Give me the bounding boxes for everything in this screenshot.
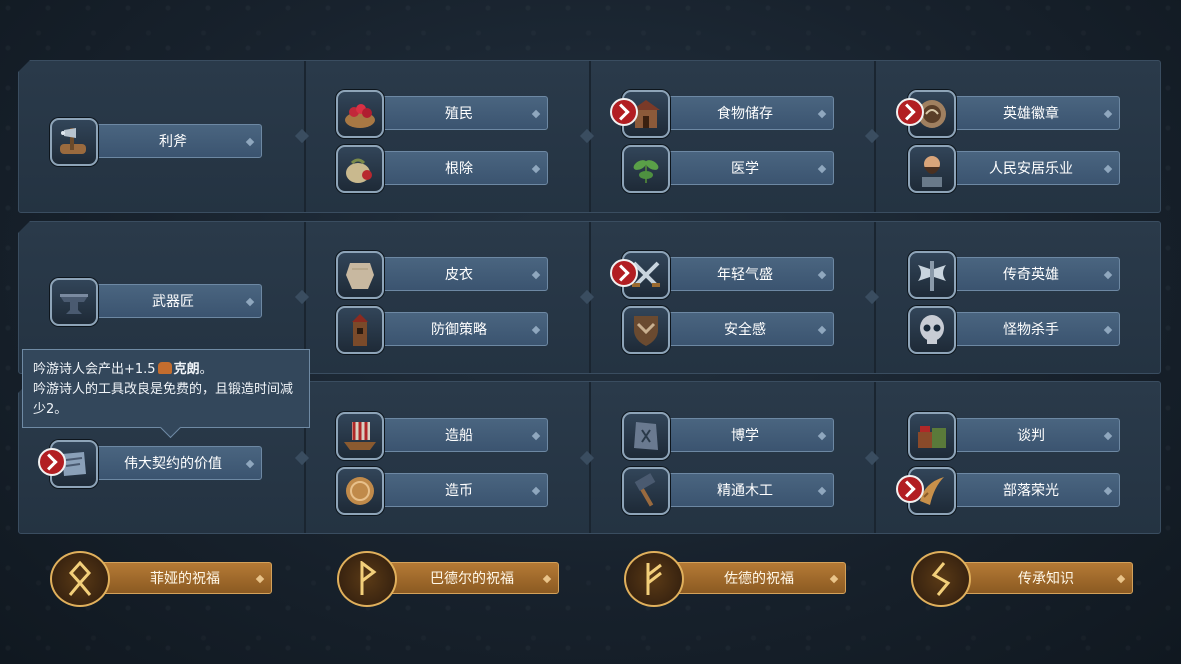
tech-label: 殖民 — [376, 96, 548, 130]
tech-label: 食物储存 — [662, 96, 834, 130]
tech-label: 伟大契约的价值 — [90, 446, 262, 480]
tech-label: 年轻气盛 — [662, 257, 834, 291]
tooltip: 吟游诗人会产出+1.5 克朗。 吟游诗人的工具改良是免费的，且锻造时间减少2。 — [22, 349, 310, 428]
tech-label: 根除 — [376, 151, 548, 185]
wunjo-rune-icon — [337, 551, 397, 607]
warning-badge-icon — [896, 98, 924, 126]
tech-label: 博学 — [662, 418, 834, 452]
watchtower-icon — [336, 306, 384, 354]
skull-icon — [908, 306, 956, 354]
rune-stone-icon — [622, 412, 670, 460]
tech-label: 怪物杀手 — [948, 312, 1120, 346]
blessing-label: 佐德的祝福 — [672, 562, 846, 594]
axe-log-icon — [50, 118, 98, 166]
blessing-label: 菲娅的祝福 — [98, 562, 272, 594]
tech-label: 安全感 — [662, 312, 834, 346]
shield-chevron-icon — [622, 306, 670, 354]
tech-label: 皮衣 — [376, 257, 548, 291]
tech-label: 谈判 — [948, 418, 1120, 452]
warning-badge-icon — [610, 259, 638, 287]
blessing-label: 巴德尔的祝福 — [385, 562, 559, 594]
kronan-currency-icon — [157, 362, 172, 374]
blessing-label: 传承知识 — [959, 562, 1133, 594]
trade-goods-icon — [908, 412, 956, 460]
berry-bowl-icon — [336, 90, 384, 138]
longship-icon — [336, 412, 384, 460]
bearded-man-icon — [908, 145, 956, 193]
tech-label: 人民安居乐业 — [948, 151, 1120, 185]
double-axe-icon — [908, 251, 956, 299]
tech-label: 防御策略 — [376, 312, 548, 346]
tech-label: 精通木工 — [662, 473, 834, 507]
tech-label: 部落荣光 — [948, 473, 1120, 507]
root-bag-icon — [336, 145, 384, 193]
woodwork-hammer-icon — [622, 467, 670, 515]
warning-badge-icon — [38, 448, 66, 476]
fehu-rune-icon — [624, 551, 684, 607]
sowilo-rune-icon — [911, 551, 971, 607]
tech-label: 英雄徽章 — [948, 96, 1120, 130]
warning-badge-icon — [610, 98, 638, 126]
othala-rune-icon — [50, 551, 110, 607]
tooltip-line-1: 吟游诗人会产出+1.5 克朗。 — [33, 362, 213, 377]
tech-label: 利斧 — [90, 124, 262, 158]
herb-icon — [622, 145, 670, 193]
coin-icon — [336, 467, 384, 515]
tech-label: 传奇英雄 — [948, 257, 1120, 291]
tech-label: 医学 — [662, 151, 834, 185]
warning-badge-icon — [896, 475, 924, 503]
tech-label: 造船 — [376, 418, 548, 452]
tech-label: 造币 — [376, 473, 548, 507]
leather-hide-icon — [336, 251, 384, 299]
anvil-icon — [50, 278, 98, 326]
tooltip-line-2: 吟游诗人的工具改良是免费的，且锻造时间减少2。 — [33, 382, 294, 417]
tech-label: 武器匠 — [90, 284, 262, 318]
